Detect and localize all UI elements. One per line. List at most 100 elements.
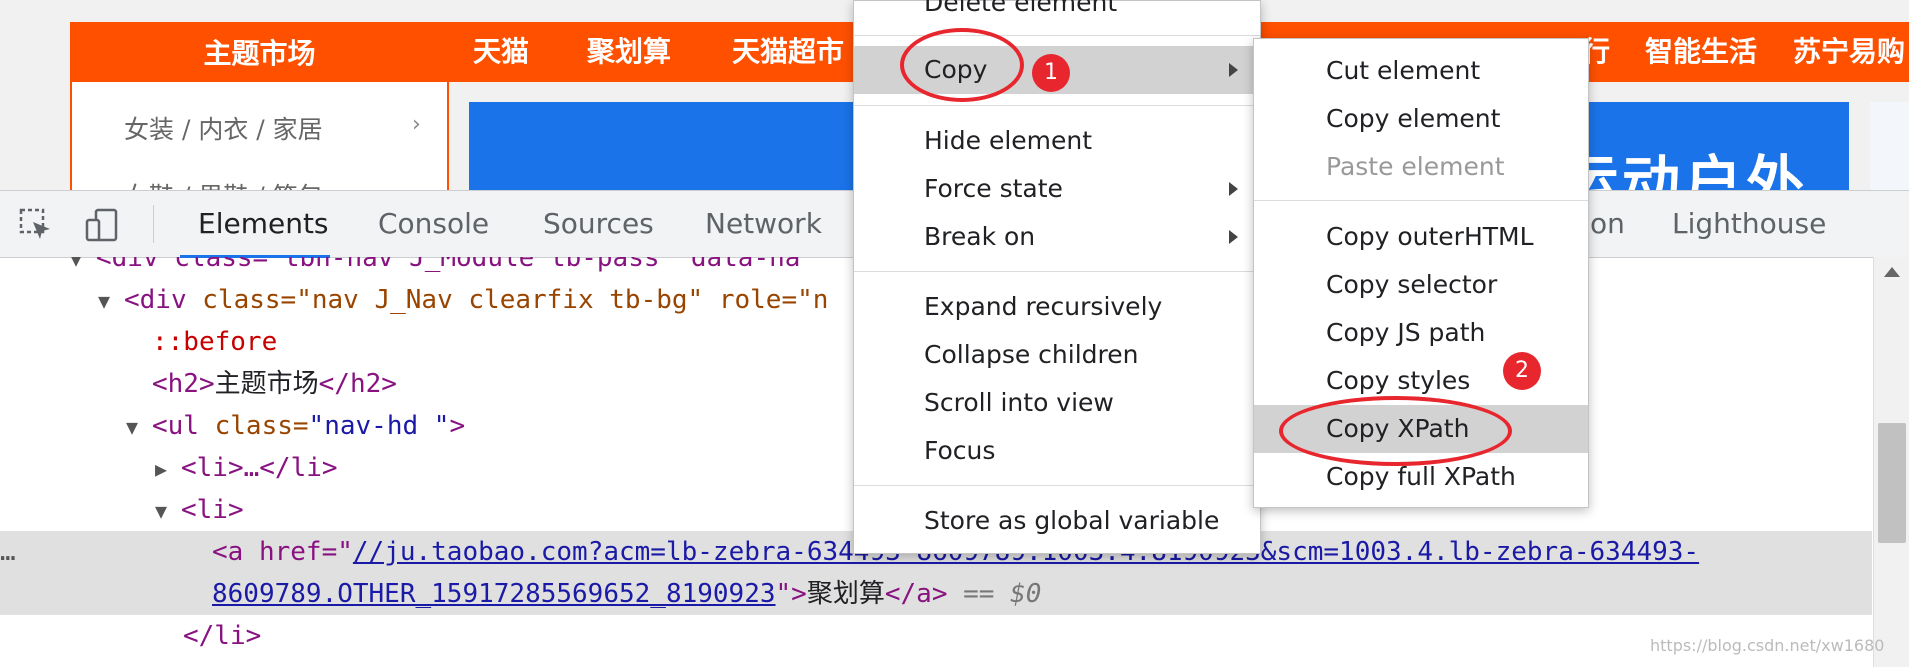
tag-name: <li> bbox=[181, 495, 244, 525]
nav-item-juhuasuan[interactable]: 聚划算 bbox=[587, 22, 671, 82]
pseudo-element: ::before bbox=[152, 327, 278, 357]
menu-item-label: Cut element bbox=[1326, 56, 1481, 85]
page-left-margin bbox=[0, 0, 70, 190]
menu-item-paste-element: Paste element bbox=[1254, 143, 1588, 191]
menu-item-copy-element[interactable]: Copy element bbox=[1254, 95, 1588, 143]
submenu-arrow-icon bbox=[1229, 63, 1238, 77]
menu-item-label: Copy JS path bbox=[1326, 318, 1486, 347]
menu-separator bbox=[854, 35, 1260, 36]
menu-separator bbox=[854, 485, 1260, 486]
expand-triangle-icon[interactable]: ▼ bbox=[98, 280, 124, 322]
annotation-badge-1: 1 bbox=[1032, 54, 1070, 92]
more-actions-icon[interactable]: … bbox=[0, 537, 16, 567]
menu-item-label: Paste element bbox=[1326, 152, 1505, 181]
nav-item-suning[interactable]: 苏宁易购 bbox=[1793, 22, 1905, 82]
toolbar-divider bbox=[153, 205, 154, 243]
device-toggle-icon[interactable] bbox=[84, 207, 120, 243]
menu-item-label: Copy outerHTML bbox=[1326, 222, 1534, 251]
chevron-right-icon: › bbox=[412, 112, 421, 137]
tag-name: <h2> bbox=[152, 369, 215, 399]
nav-item-smart-life[interactable]: 智能生活 bbox=[1645, 22, 1757, 82]
inspect-icon[interactable] bbox=[18, 207, 54, 243]
menu-separator bbox=[1254, 200, 1588, 201]
dom-node[interactable]: ▼ <li> bbox=[155, 489, 244, 531]
node-text: 主题市场 bbox=[214, 369, 319, 399]
menu-item-label: Collapse children bbox=[924, 340, 1139, 369]
menu-item-label: Copy element bbox=[1326, 104, 1501, 133]
tag-name: <div bbox=[124, 285, 187, 315]
annotation-ring-copy bbox=[900, 28, 1024, 102]
tag-name: <li>…</li> bbox=[181, 453, 338, 483]
tag-name: <a href=" bbox=[212, 537, 353, 567]
tag-end: > bbox=[449, 411, 466, 441]
tag-close: </a> bbox=[884, 579, 948, 609]
menu-item-cut-element[interactable]: Cut element bbox=[1254, 47, 1588, 95]
category-item[interactable]: 女装 / 内衣 / 家居 bbox=[124, 110, 323, 146]
menu-item-store-global[interactable]: Store as global variable bbox=[854, 497, 1260, 545]
dom-node[interactable]: <h2>主题市场</h2> bbox=[152, 363, 397, 405]
menu-item-label: Hide element bbox=[924, 126, 1093, 155]
menu-item-collapse-children[interactable]: Collapse children bbox=[854, 331, 1260, 379]
tag-close: </li> bbox=[183, 621, 262, 651]
submenu-arrow-icon bbox=[1229, 230, 1238, 244]
dom-node[interactable]: ▶ <li>…</li> bbox=[155, 447, 338, 489]
tag-close: </h2> bbox=[318, 369, 397, 399]
menu-item-label: Focus bbox=[924, 436, 996, 465]
node-text: 聚划算 bbox=[806, 579, 885, 609]
menu-item-scroll-into-view[interactable]: Scroll into view bbox=[854, 379, 1260, 427]
banner-side-panel bbox=[1870, 102, 1909, 190]
menu-item-expand-recursively[interactable]: Expand recursively bbox=[854, 283, 1260, 331]
expand-triangle-icon[interactable]: ▼ bbox=[155, 490, 181, 532]
elements-scrollbar[interactable] bbox=[1873, 257, 1909, 667]
href-link[interactable]: 8609789.OTHER_15917285569652_8190923 bbox=[212, 579, 776, 609]
dom-node[interactable]: ▼ <div class="tbh-nav J_Module tb-pass" d… bbox=[70, 257, 800, 279]
annotation-badge-2: 2 bbox=[1503, 352, 1541, 390]
menu-item-label: Copy selector bbox=[1326, 270, 1498, 299]
menu-item-label: Scroll into view bbox=[924, 388, 1114, 417]
menu-item-copy-outerhtml[interactable]: Copy outerHTML bbox=[1254, 213, 1588, 261]
market-title: 主题市场 bbox=[70, 22, 449, 82]
menu-item-hide-element[interactable]: Hide element bbox=[854, 117, 1260, 165]
tag-attrs: class="nav J_Nav clearfix tb-bg" role="n bbox=[186, 285, 829, 315]
attr-name: class= bbox=[198, 411, 309, 441]
tab-partial[interactable]: on bbox=[1590, 191, 1625, 257]
menu-separator bbox=[854, 271, 1260, 272]
menu-separator bbox=[854, 105, 1260, 106]
nav-item-tmall-supermarket[interactable]: 天猫超市 bbox=[732, 22, 844, 82]
annotation-ring-copy-xpath bbox=[1279, 396, 1512, 466]
tab-lighthouse[interactable]: Lighthouse bbox=[1672, 191, 1826, 257]
scroll-thumb[interactable] bbox=[1878, 423, 1906, 543]
attr-value: "nav-hd " bbox=[308, 411, 450, 441]
collapsed-triangle-icon[interactable]: ▶ bbox=[155, 448, 181, 490]
menu-item-copy-selector[interactable]: Copy selector bbox=[1254, 261, 1588, 309]
dom-node[interactable]: </li> bbox=[183, 615, 261, 657]
menu-item-label: Store as global variable bbox=[924, 506, 1220, 535]
category-item[interactable]: 女鞋 / 男鞋 / 箱包 bbox=[124, 177, 323, 190]
dom-node[interactable]: ▼ <div class="nav J_Nav clearfix tb-bg" r… bbox=[98, 279, 828, 321]
dom-node[interactable]: ::before bbox=[152, 321, 277, 363]
category-panel: 女装 / 内衣 / 家居 › 女鞋 / 男鞋 / 箱包 bbox=[70, 82, 449, 190]
tab-console[interactable]: Console bbox=[378, 191, 489, 257]
menu-item-force-state[interactable]: Force state bbox=[854, 165, 1260, 213]
nav-item-tmall[interactable]: 天猫 bbox=[473, 22, 529, 82]
tab-sources[interactable]: Sources bbox=[543, 191, 654, 257]
menu-item-label: Force state bbox=[924, 174, 1063, 203]
tag-end: "> bbox=[775, 579, 807, 609]
selected-dom-node-cont[interactable]: 8609789.OTHER_15917285569652_8190923">聚划… bbox=[212, 573, 1041, 615]
menu-item-delete-element[interactable]: Delete element bbox=[854, 0, 1260, 27]
menu-item-label: Delete element bbox=[924, 0, 1118, 17]
expand-triangle-icon[interactable]: ▼ bbox=[126, 406, 152, 448]
node-text: <div class="tbh-nav J_Module tb-pass" da… bbox=[96, 257, 801, 273]
submenu-arrow-icon bbox=[1229, 182, 1238, 196]
menu-item-copy-js-path[interactable]: Copy JS path bbox=[1254, 309, 1588, 357]
tab-network[interactable]: Network bbox=[705, 191, 822, 257]
tab-elements[interactable]: Elements bbox=[198, 191, 329, 257]
menu-item-break-on[interactable]: Break on bbox=[854, 213, 1260, 261]
scroll-up-icon[interactable] bbox=[1884, 267, 1900, 277]
menu-item-label: Expand recursively bbox=[924, 292, 1163, 321]
watermark: https://blog.csdn.net/xw1680 bbox=[1650, 636, 1885, 655]
selected-marker: == $0 bbox=[947, 579, 1042, 609]
dom-node[interactable]: ▼ <ul class="nav-hd "> bbox=[126, 405, 465, 447]
banner-text: 运动户外 bbox=[1560, 149, 1809, 190]
menu-item-focus[interactable]: Focus bbox=[854, 427, 1260, 475]
